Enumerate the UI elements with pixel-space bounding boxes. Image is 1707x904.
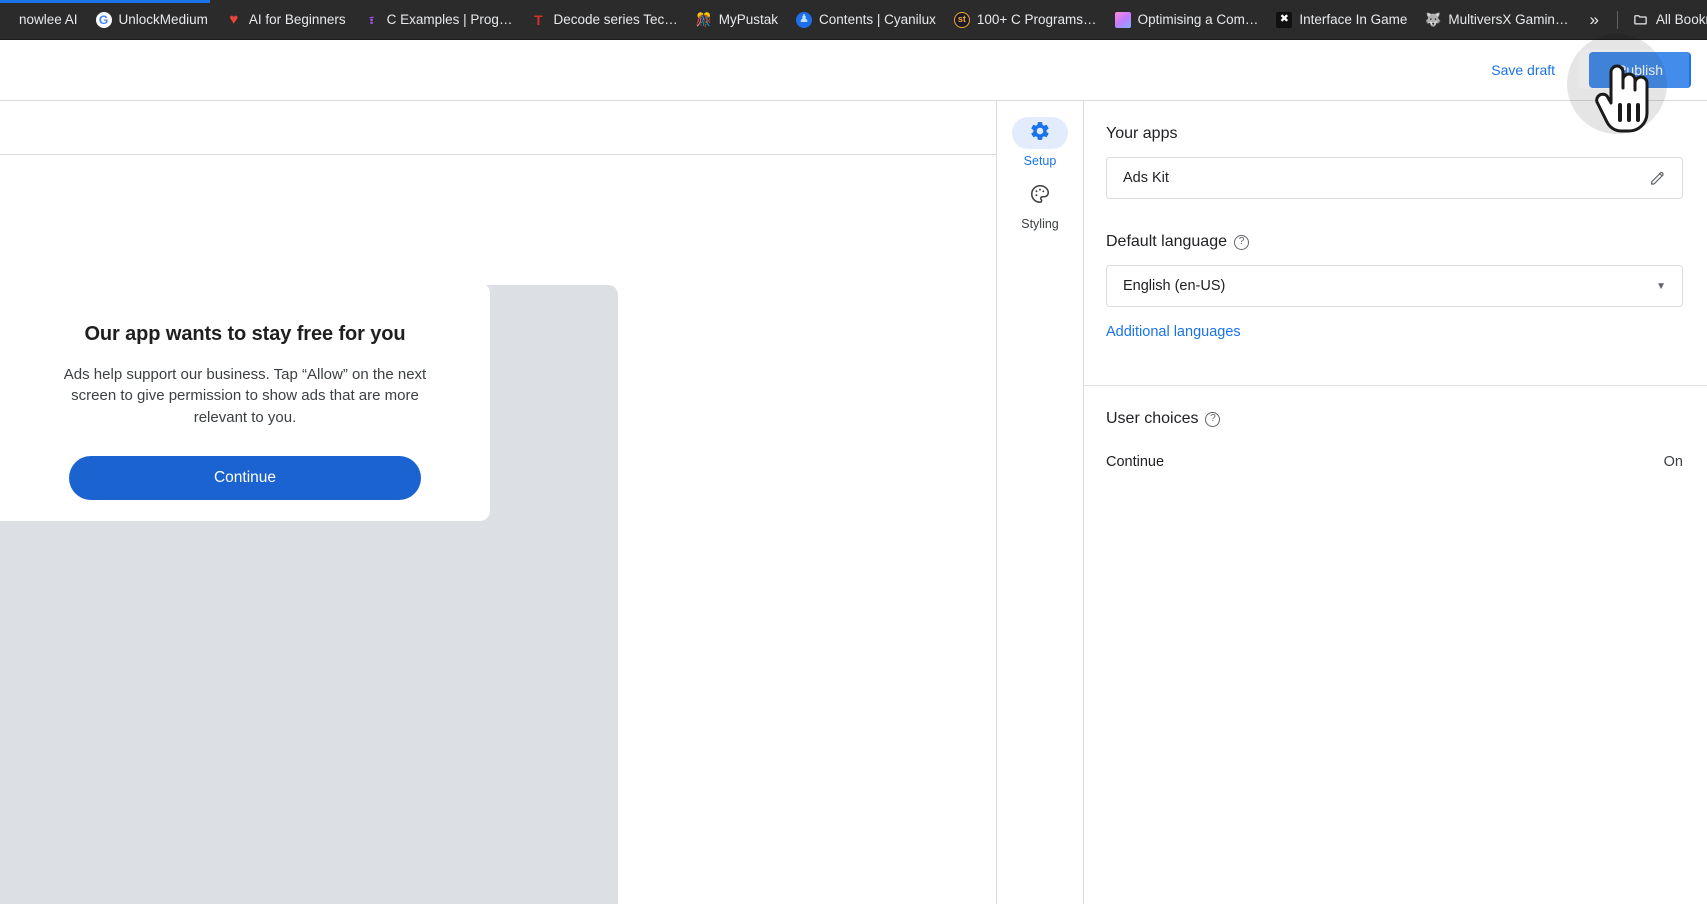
your-apps-section: Your apps Ads Kit Default language ? Eng…	[1084, 101, 1707, 386]
bookmark-favicon: ♥	[229, 11, 239, 28]
consent-title: Our app wants to stay free for you	[84, 323, 406, 345]
bookmark-item[interactable]: ✖ Interface In Game	[1267, 6, 1416, 34]
publish-button-group: Publish	[1567, 34, 1691, 134]
bookmarks-bar: nowlee AI G UnlockMedium ♥ AI for Beginners ፣…	[0, 0, 1707, 40]
consent-body-text: Ads help support our business. Tap “Allo…	[63, 366, 427, 426]
workspace: Our app wants to stay free for you Ads h…	[0, 101, 1707, 904]
pencil-icon[interactable]	[1648, 169, 1666, 187]
default-language-title: Default language ?	[1106, 233, 1683, 251]
bookmark-item[interactable]: nowlee AI	[10, 6, 87, 34]
bookmark-label: 100+ C Programs…	[976, 12, 1097, 27]
save-draft-button[interactable]: Save draft	[1477, 53, 1569, 87]
bookmarks-separator	[1616, 10, 1618, 29]
nav-rail-label-setup: Setup	[1023, 154, 1057, 168]
bookmark-favicon: ✖	[1276, 11, 1293, 28]
bookmark-label: MyPustak	[718, 12, 779, 27]
user-choice-state: On	[1663, 454, 1683, 470]
consent-continue-button[interactable]: Continue	[69, 455, 421, 500]
bookmark-item[interactable]: ♥ AI for Beginners	[217, 6, 355, 34]
settings-panel: Your apps Ads Kit Default language ? Eng…	[1084, 101, 1707, 904]
bookmark-favicon: 🐺	[1425, 12, 1442, 27]
help-icon-default-language[interactable]: ?	[1233, 234, 1249, 250]
nav-rail-pill-styling	[1012, 180, 1068, 212]
bookmark-label: MultiversX Gamin…	[1448, 12, 1569, 27]
bookmark-label: nowlee AI	[19, 12, 78, 27]
user-choice-row[interactable]: Continue On	[1106, 454, 1683, 470]
nav-rail-item-setup[interactable]: Setup	[1001, 117, 1079, 168]
consent-message-card: Our app wants to stay free for you Ads h…	[0, 283, 490, 521]
bookmark-label: Optimising a Com…	[1137, 12, 1259, 27]
folder-icon	[1633, 12, 1649, 28]
all-bookmarks-label: All Bookmarks	[1655, 12, 1707, 27]
bookmarks-overflow-button[interactable]: »	[1577, 6, 1610, 34]
default-language-select[interactable]: English (en-US) ▼	[1106, 265, 1683, 307]
bookmark-favicon: st	[953, 11, 970, 28]
bookmark-favicon	[1114, 11, 1131, 28]
bookmark-item[interactable]: G UnlockMedium	[87, 6, 217, 34]
bookmark-label: AI for Beginners	[248, 12, 346, 27]
bookmark-label: Contents | Cyanilux	[819, 12, 936, 27]
app-name-value: Ads Kit	[1123, 170, 1169, 186]
all-bookmarks-button[interactable]: All Bookmarks	[1624, 6, 1707, 34]
bookmark-item[interactable]: 🐺 MultiversX Gamin…	[1416, 6, 1577, 34]
nav-rail-item-styling[interactable]: Styling	[1001, 180, 1079, 231]
gear-icon	[1029, 120, 1051, 147]
additional-languages-link[interactable]: Additional languages	[1106, 324, 1241, 340]
user-choice-label: Continue	[1106, 454, 1165, 470]
bookmark-list: nowlee AI G UnlockMedium ♥ AI for Beginners ፣…	[10, 6, 1577, 34]
settings-nav-rail: Setup Styling	[996, 101, 1084, 904]
bookmark-item[interactable]: T Decode series Tec…	[521, 6, 686, 34]
bookmark-item[interactable]: st 100+ C Programs…	[945, 6, 1106, 34]
app-name-field[interactable]: Ads Kit	[1106, 157, 1683, 199]
bookmark-label: Interface In Game	[1299, 12, 1408, 27]
your-apps-title: Your apps	[1106, 125, 1178, 142]
help-icon-user-choices[interactable]: ?	[1205, 411, 1221, 427]
bookmark-favicon: ፣	[368, 11, 375, 28]
palette-icon	[1029, 183, 1051, 210]
publish-button[interactable]: Publish	[1589, 52, 1691, 88]
bookmark-favicon: ♟	[796, 11, 813, 28]
chevron-down-icon: ▼	[1656, 280, 1666, 292]
user-choices-section: User choices ? Continue On	[1084, 386, 1707, 496]
bookmark-item[interactable]: 🎊 MyPustak	[687, 6, 787, 34]
default-language-value: English (en-US)	[1123, 278, 1226, 294]
bookmark-favicon: G	[95, 11, 112, 28]
bookmark-label: C Examples | Prog…	[386, 12, 513, 27]
preview-pane: Our app wants to stay free for you Ads h…	[0, 101, 996, 904]
bookmark-item[interactable]: ፣ C Examples | Prog…	[355, 6, 522, 34]
bookmark-favicon: T	[534, 11, 543, 28]
bookmark-label: UnlockMedium	[118, 12, 208, 27]
bookmark-item[interactable]: ♟ Contents | Cyanilux	[787, 6, 945, 34]
bookmark-item[interactable]: Optimising a Com…	[1106, 6, 1268, 34]
nav-rail-pill-setup	[1012, 117, 1068, 149]
app-header: Save draft Publish	[0, 34, 1707, 134]
default-language-label: Default language	[1106, 233, 1227, 250]
bookmark-favicon: 🎊	[695, 12, 712, 27]
user-choices-label: User choices	[1106, 410, 1199, 427]
nav-rail-label-styling: Styling	[1021, 217, 1059, 231]
user-choices-title: User choices ?	[1106, 410, 1683, 428]
preview-toolbar	[0, 101, 996, 155]
bookmark-label: Decode series Tec…	[553, 12, 678, 27]
